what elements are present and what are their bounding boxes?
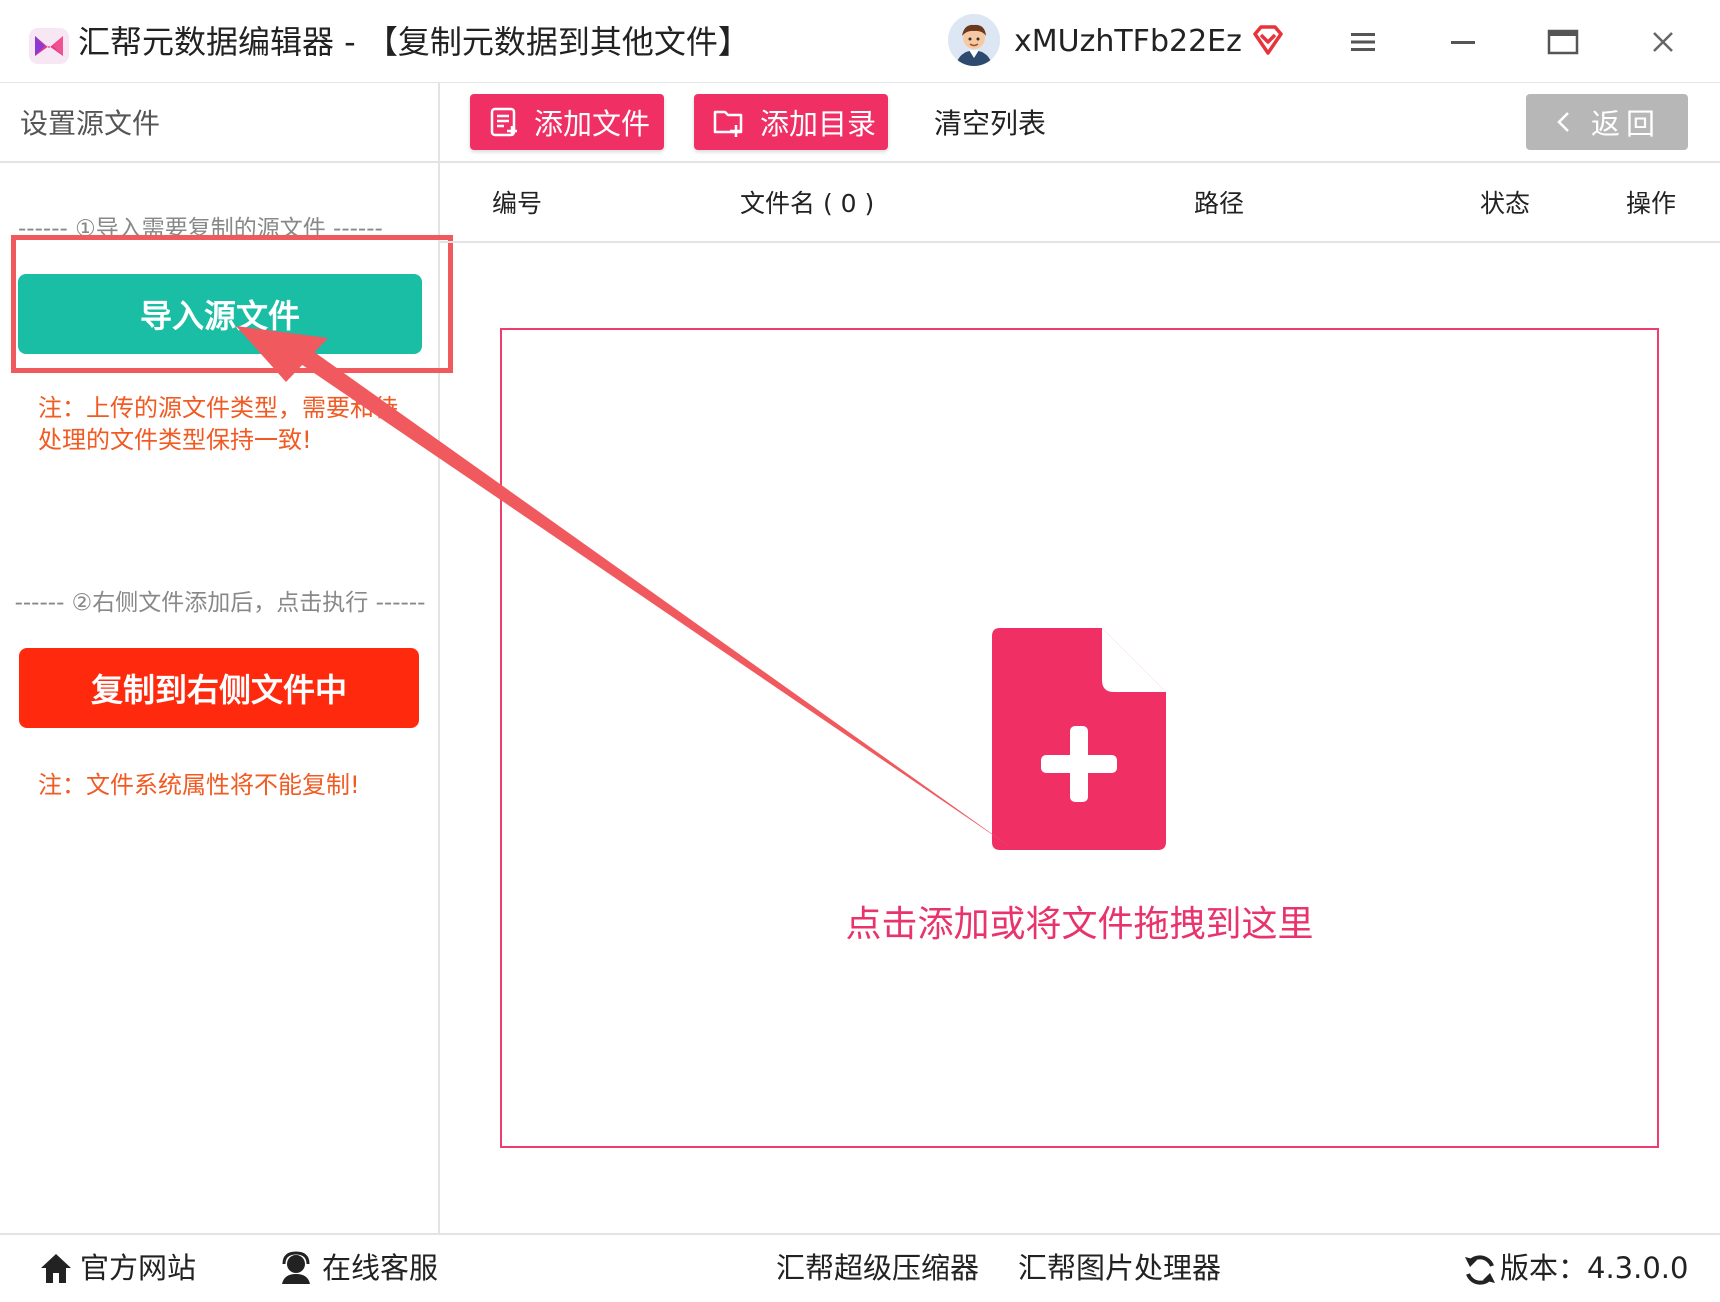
add-file-label: 添加文件 bbox=[534, 107, 651, 141]
column-header-number: 编号 bbox=[492, 189, 543, 218]
maximize-icon bbox=[1547, 29, 1579, 55]
chevron-left-icon bbox=[1557, 112, 1569, 132]
online-service-link[interactable]: 在线客服 bbox=[322, 1248, 438, 1288]
add-file-button[interactable]: 添加文件 bbox=[470, 94, 664, 150]
refresh-icon[interactable] bbox=[1462, 1252, 1498, 1288]
official-site-link[interactable]: 官方网站 bbox=[80, 1248, 196, 1288]
minimize-button[interactable] bbox=[1440, 20, 1486, 64]
add-directory-button[interactable]: 添加目录 bbox=[694, 94, 888, 150]
minimize-icon bbox=[1451, 41, 1475, 44]
sidebar-title: 设置源文件 bbox=[20, 107, 161, 140]
column-header-action: 操作 bbox=[1626, 189, 1677, 218]
customer-service-icon bbox=[282, 1251, 310, 1284]
avatar-icon bbox=[948, 14, 1000, 66]
source-type-note: 注：上传的源文件类型，需要和待处理的文件类型保持一致! bbox=[38, 394, 398, 454]
clear-list-button[interactable]: 清空列表 bbox=[934, 104, 1046, 144]
user-avatar[interactable] bbox=[948, 14, 1000, 66]
image-processor-link[interactable]: 汇帮图片处理器 bbox=[1018, 1248, 1221, 1288]
column-header-filename: 文件名 ( 0 ) bbox=[740, 189, 875, 218]
compressor-link[interactable]: 汇帮超级压缩器 bbox=[776, 1248, 979, 1288]
close-button[interactable] bbox=[1640, 20, 1686, 64]
copy-to-files-button[interactable]: 复制到右侧文件中 bbox=[19, 648, 419, 728]
close-icon bbox=[1653, 32, 1673, 52]
drop-zone-hint: 点击添加或将文件拖拽到这里 bbox=[845, 904, 1314, 945]
add-document-icon bbox=[992, 628, 1166, 850]
home-icon bbox=[41, 1254, 71, 1283]
hamburger-menu-icon bbox=[1351, 33, 1375, 51]
window-title: 汇帮元数据编辑器 - 【复制元数据到其他文件】 bbox=[78, 23, 750, 61]
back-label: 返回 bbox=[1590, 107, 1661, 141]
vip-diamond-icon[interactable] bbox=[1250, 22, 1286, 58]
add-file-icon bbox=[490, 107, 517, 137]
menu-button[interactable] bbox=[1340, 20, 1386, 64]
column-header-path: 路径 bbox=[1194, 189, 1245, 218]
attribute-note: 注：文件系统属性将不能复制! bbox=[38, 771, 360, 799]
annotation-highlight-box bbox=[11, 235, 453, 373]
version-text: 版本：4.3.0.0 bbox=[1500, 1251, 1689, 1285]
step1-label: ------ ①导入需要复制的源文件 ------ bbox=[18, 216, 383, 236]
username: xMUzhTFb22Ez bbox=[1014, 24, 1242, 59]
step2-label: ------ ②右侧文件添加后，点击执行 ------ bbox=[14, 590, 426, 616]
maximize-button[interactable] bbox=[1540, 20, 1586, 64]
column-header-status: 状态 bbox=[1480, 189, 1531, 218]
app-logo-icon bbox=[29, 28, 69, 64]
back-button[interactable]: 返回 bbox=[1526, 94, 1688, 150]
add-folder-icon bbox=[713, 110, 743, 137]
add-directory-label: 添加目录 bbox=[760, 107, 877, 141]
